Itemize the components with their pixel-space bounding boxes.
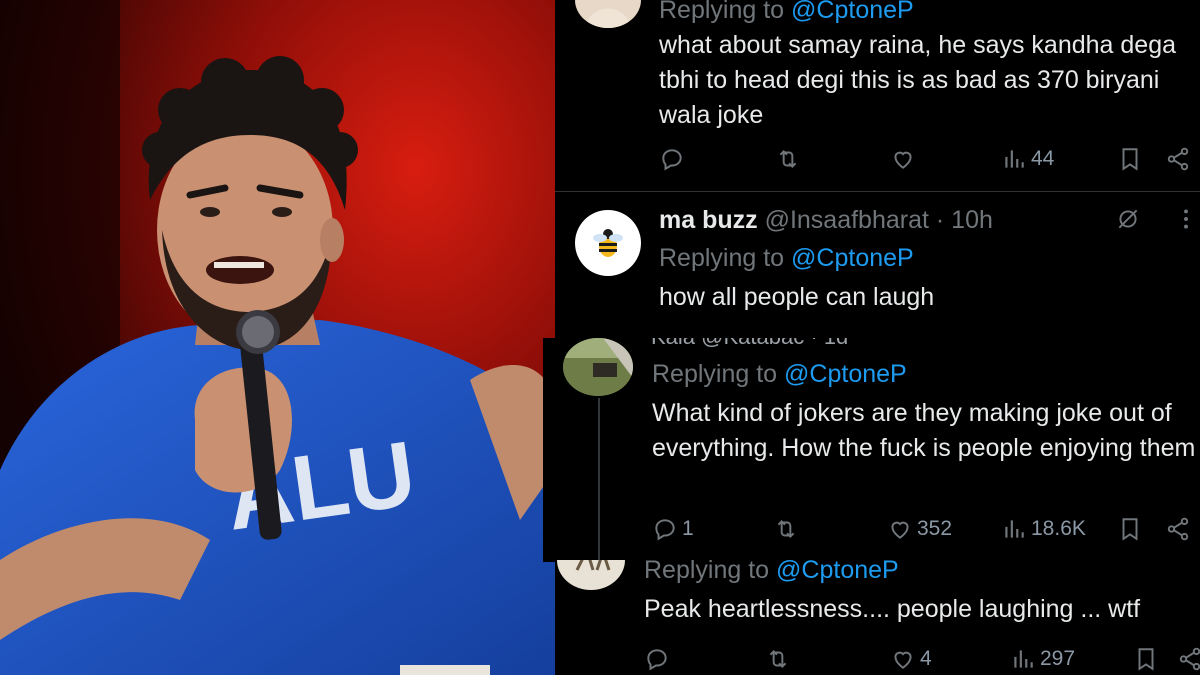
retweet-icon bbox=[777, 520, 795, 538]
share-icon bbox=[1167, 517, 1189, 541]
bookmark-button[interactable] bbox=[1117, 516, 1143, 542]
tweet-header-cropped: Kala @Katabac · 1d bbox=[651, 338, 848, 350]
retweet-button[interactable] bbox=[775, 146, 801, 172]
bookmark-button[interactable] bbox=[1117, 146, 1143, 172]
reply-to-line: Replying to @CptoneP bbox=[644, 560, 899, 585]
reply-to-line: Replying to @CptoneP bbox=[659, 0, 914, 25]
views-count[interactable]: 297 bbox=[1010, 646, 1075, 672]
user-avatar[interactable] bbox=[557, 560, 625, 590]
tweet-header: ma buzz @Insaafbharat · 10h bbox=[659, 206, 993, 235]
reply-icon bbox=[655, 519, 675, 541]
user-avatar[interactable] bbox=[575, 0, 641, 28]
retweet-button[interactable] bbox=[765, 646, 791, 672]
like-icon bbox=[894, 651, 912, 669]
tweet-card-4[interactable]: Replying to @CptoneP Peak heartlessness.… bbox=[555, 560, 1200, 675]
grok-icon bbox=[1118, 209, 1138, 229]
share-button[interactable] bbox=[1177, 646, 1200, 672]
like-icon bbox=[891, 521, 909, 539]
reply-icon bbox=[662, 149, 682, 171]
more-icon bbox=[1184, 209, 1188, 229]
reply-to-line: Replying to @CptoneP bbox=[659, 244, 914, 272]
reply-handle-link[interactable]: @CptoneP bbox=[784, 360, 907, 388]
tweet-text: how all people can laugh bbox=[659, 283, 935, 311]
share-icon bbox=[1167, 147, 1189, 171]
bookmark-icon bbox=[1138, 648, 1154, 671]
bookmark-button[interactable] bbox=[1133, 646, 1159, 672]
views-count[interactable]: 44 bbox=[1001, 146, 1054, 172]
user-avatar[interactable] bbox=[563, 338, 633, 396]
like-button[interactable] bbox=[890, 146, 916, 172]
reply-button[interactable] bbox=[644, 646, 670, 672]
tweet-text: What kind of jokers are they making joke… bbox=[652, 399, 1196, 462]
retweet-icon bbox=[769, 650, 787, 668]
bookmark-icon bbox=[1122, 148, 1138, 171]
share-button[interactable] bbox=[1165, 516, 1191, 542]
grok-button[interactable] bbox=[1115, 206, 1141, 232]
share-button[interactable] bbox=[1165, 146, 1191, 172]
retweet-icon bbox=[779, 150, 797, 168]
thread-line bbox=[598, 398, 600, 562]
tweet-card-3[interactable]: Kala @Katabac · 1d Replying to @CptoneP … bbox=[543, 338, 1200, 562]
reply-button[interactable] bbox=[659, 146, 685, 172]
views-icon bbox=[1014, 650, 1033, 668]
comedian-photo: ALU bbox=[0, 0, 555, 675]
like-button[interactable]: 352 bbox=[887, 516, 952, 542]
reply-handle-link[interactable]: @CptoneP bbox=[776, 560, 899, 584]
views-icon bbox=[1005, 520, 1024, 538]
reply-handle-link[interactable]: @CptoneP bbox=[791, 244, 914, 272]
tweet-text: Peak heartlessness.... people laughing .… bbox=[644, 595, 1141, 623]
comedian-illustration: ALU bbox=[0, 0, 555, 675]
share-icon bbox=[1179, 647, 1200, 671]
like-button[interactable]: 4 bbox=[890, 646, 932, 672]
tweet-card-2[interactable]: ma buzz @Insaafbharat · 10h Replying to … bbox=[555, 192, 1200, 340]
bee-icon bbox=[593, 229, 623, 257]
views-icon bbox=[1005, 150, 1024, 168]
reply-handle-link[interactable]: @CptoneP bbox=[791, 0, 914, 24]
reply-button[interactable]: 1 bbox=[652, 516, 694, 542]
reply-to-line: Replying to @CptoneP bbox=[652, 360, 907, 388]
more-options-button[interactable] bbox=[1173, 206, 1199, 232]
bookmark-icon bbox=[1122, 518, 1138, 541]
like-icon bbox=[894, 151, 912, 169]
tweet-text: what about samay raina, he says kandha d… bbox=[659, 31, 1177, 129]
retweet-button[interactable] bbox=[773, 516, 799, 542]
handle-timestamp[interactable]: @Insaafbharat · 10h bbox=[765, 206, 993, 234]
display-name[interactable]: ma buzz bbox=[659, 206, 758, 234]
tweet-card-1[interactable]: Replying to @CptoneP what about samay ra… bbox=[555, 0, 1200, 192]
views-count[interactable]: 18.6K bbox=[1001, 516, 1086, 542]
reply-icon bbox=[647, 649, 667, 671]
user-avatar[interactable] bbox=[575, 210, 641, 276]
